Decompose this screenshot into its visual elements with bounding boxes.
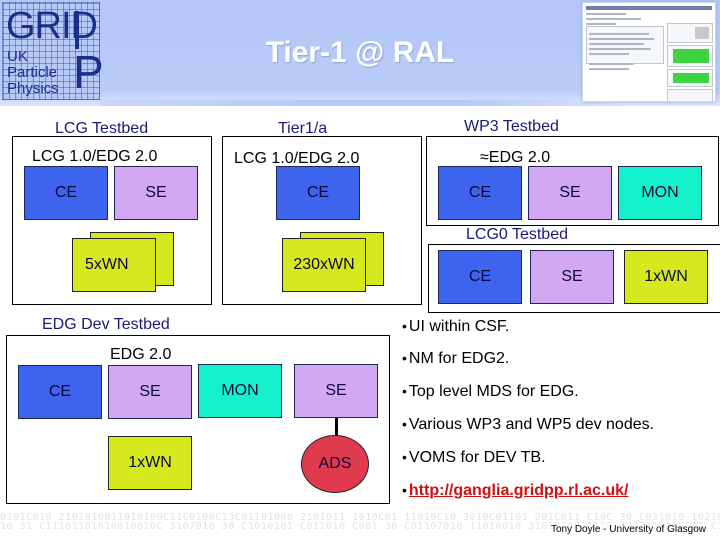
bullet-dot: • [402, 482, 407, 498]
thumb-line [589, 48, 651, 50]
thumb-line [589, 63, 634, 65]
thumb-line [589, 43, 644, 45]
edgdev-wn-node[interactable]: 1xWN [108, 436, 192, 490]
bullet-text: NM for EDG2. [408, 350, 510, 367]
ganglia-link[interactable]: http://ganglia.gridpp.rl.ac.uk/ [409, 482, 629, 499]
thumb-graph-fill [673, 73, 709, 83]
thumb-line [589, 68, 629, 70]
tier1a-ce-node[interactable]: CE [276, 166, 360, 220]
lcg0-testbed-title: LCG0 Testbed [466, 226, 568, 243]
wp3-testbed-version: ≈EDG 2.0 [480, 149, 551, 166]
footer-credit: Tony Doyle - University of Glasgow [550, 524, 706, 535]
bullet-item: • http://ganglia.gridpp.rl.ac.uk/ [402, 482, 628, 500]
lcg0-wn-node[interactable]: 1xWN [624, 250, 708, 304]
thumb-titlebar [586, 6, 712, 10]
bullet-item: • Top level MDS for EDG. [402, 383, 579, 401]
lcg0-ce-node[interactable]: CE [438, 250, 522, 304]
edgdev-testbed-title: EDG Dev Testbed [42, 316, 170, 333]
se-ads-connector [335, 418, 338, 436]
thumb-line [586, 13, 626, 15]
thumb-graph-fill [673, 49, 709, 63]
thumb-graph-fill [695, 27, 709, 39]
header-fade [100, 100, 620, 106]
lcg-se-node[interactable]: SE [114, 166, 198, 220]
bullet-dot: • [402, 449, 407, 465]
bullet-item: • VOMS for DEV TB. [402, 449, 546, 467]
thumb-line [589, 53, 629, 55]
edgdev-se2-node[interactable]: SE [294, 364, 378, 418]
lcg-testbed-version: LCG 1.0/EDG 2.0 [32, 148, 158, 165]
bullet-item: • UI within CSF. [402, 318, 509, 336]
edgdev-se-node[interactable]: SE [108, 365, 192, 419]
thumb-line [586, 18, 641, 20]
ads-node[interactable]: ADS [301, 435, 369, 493]
lcg-ce-node[interactable]: CE [24, 166, 108, 220]
bullet-dot: • [402, 318, 407, 334]
bullet-item: • Various WP3 and WP5 dev nodes. [402, 416, 654, 434]
bullet-item: • NM for EDG2. [402, 350, 509, 368]
wp3-testbed-title: WP3 Testbed [464, 118, 559, 135]
wp3-ce-node[interactable]: CE [438, 166, 522, 220]
edgdev-testbed-version: EDG 2.0 [110, 346, 172, 363]
wp3-se-node[interactable]: SE [528, 166, 612, 220]
bullet-dot: • [402, 416, 407, 432]
thumb-graph [667, 89, 713, 101]
edgdev-mon-node[interactable]: MON [198, 364, 282, 418]
logo-line-physics: Physics [7, 80, 59, 97]
bullet-text: VOMS for DEV TB. [408, 449, 546, 466]
bullet-dot: • [402, 350, 407, 366]
thumb-line [589, 38, 654, 40]
bullet-text: Top level MDS for EDG. [408, 383, 579, 400]
wp3-mon-node[interactable]: MON [618, 166, 702, 220]
lcg0-se-node[interactable]: SE [530, 250, 614, 304]
edgdev-ce-node[interactable]: CE [18, 365, 102, 419]
lcg-wn-node[interactable]: 5xWN [72, 238, 156, 292]
thumb-panel [586, 26, 664, 64]
tier1a-wn-node[interactable]: 230xWN [282, 238, 366, 292]
bullet-dot: • [402, 383, 407, 399]
ganglia-thumbnail[interactable] [582, 2, 716, 102]
thumb-line [589, 33, 649, 35]
thumb-line [586, 23, 616, 25]
bullet-text: UI within CSF. [408, 318, 510, 335]
bullet-text: Various WP3 and WP5 dev nodes. [408, 416, 655, 433]
